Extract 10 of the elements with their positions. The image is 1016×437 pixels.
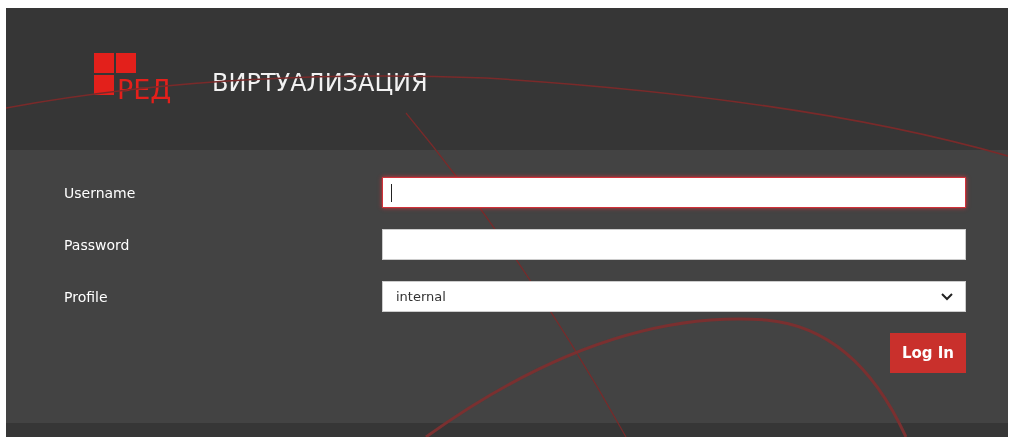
profile-dropdown[interactable]: internal <box>382 281 966 312</box>
login-button[interactable]: Log In <box>889 333 966 373</box>
field-label: Password <box>64 236 131 253</box>
field-label: Profile <box>64 288 109 305</box>
logo-text: РЕД <box>117 75 172 105</box>
chevron-down-icon <box>941 292 953 301</box>
password-field[interactable] <box>382 229 966 260</box>
product-title: ВИРТУАЛИЗАЦИЯ <box>212 69 428 97</box>
username-field[interactable] <box>382 177 966 208</box>
field-label: Username <box>64 184 137 201</box>
